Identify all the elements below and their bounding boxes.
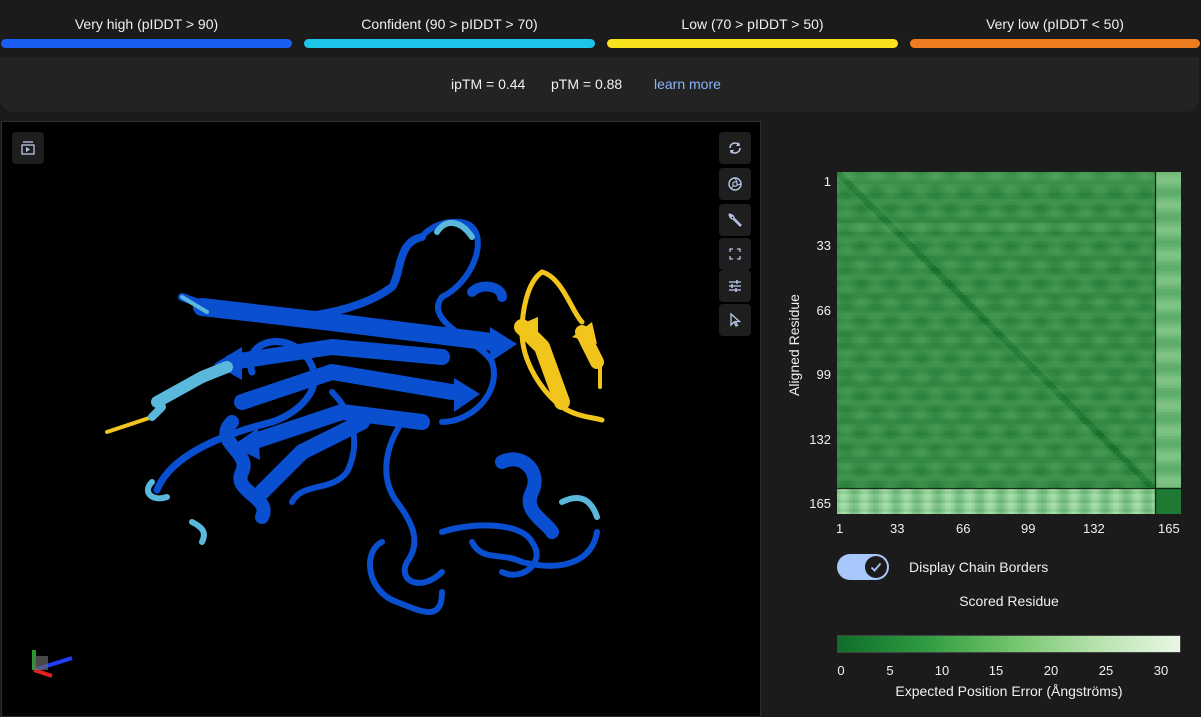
y-tick: 33 bbox=[816, 238, 831, 253]
fullscreen-button[interactable] bbox=[719, 238, 751, 270]
legend-label: Very high (pIDDT > 90) bbox=[74, 16, 219, 32]
structure-viewer[interactable] bbox=[1, 121, 761, 717]
pae-heatmap[interactable] bbox=[837, 172, 1181, 514]
rotate-icon bbox=[729, 142, 741, 154]
colorbar-tick: 30 bbox=[1153, 663, 1169, 678]
colorbar-title: Expected Position Error (Ångströms) bbox=[895, 683, 1123, 699]
x-tick: 66 bbox=[956, 521, 971, 536]
x-tick: 1 bbox=[836, 521, 844, 536]
select-mode-button[interactable] bbox=[719, 304, 751, 336]
y-axis-label: Aligned Residue bbox=[786, 294, 802, 396]
x-tick: 99 bbox=[1021, 521, 1036, 536]
protein-structure[interactable] bbox=[2, 122, 761, 717]
colorbar-tick: 20 bbox=[1043, 663, 1059, 678]
checkmark-icon bbox=[870, 562, 882, 572]
colorbar-tick: 10 bbox=[934, 663, 950, 678]
chain-borders-label: Display Chain Borders bbox=[909, 559, 1049, 575]
legend-confident: Confident (90 > pIDDT > 70) bbox=[304, 0, 595, 52]
axes-gizmo-icon bbox=[32, 650, 73, 678]
legend-label: Very low (pIDDT < 50) bbox=[986, 16, 1124, 32]
metrics-strip: ipTM = 0.44 pTM = 0.88 learn more bbox=[0, 57, 1199, 112]
play-layers-icon bbox=[21, 141, 35, 155]
iptm-value: ipTM = 0.44 bbox=[451, 76, 526, 92]
plddt-legend: Very high (pIDDT > 90) Confident (90 > p… bbox=[0, 0, 1201, 52]
legend-color-bar bbox=[1, 39, 292, 48]
x-tick: 165 bbox=[1158, 521, 1180, 536]
toggle-knob bbox=[865, 556, 887, 578]
x-tick: 33 bbox=[890, 521, 905, 536]
legend-label: Confident (90 > pIDDT > 70) bbox=[361, 16, 538, 32]
colorbar-tick: 15 bbox=[988, 663, 1004, 678]
play-sequence-button[interactable] bbox=[12, 132, 44, 164]
sliders-icon bbox=[729, 280, 741, 292]
legend-label: Low (70 > pIDDT > 50) bbox=[681, 16, 824, 32]
y-tick: 165 bbox=[809, 496, 831, 511]
app-root: Very high (pIDDT > 90) Confident (90 > p… bbox=[0, 0, 1201, 717]
pae-colorbar bbox=[837, 635, 1181, 653]
x-tick: 132 bbox=[1083, 521, 1105, 536]
cursor-icon bbox=[730, 312, 742, 327]
legend-low: Low (70 > pIDDT > 50) bbox=[607, 0, 898, 52]
camera-button[interactable] bbox=[719, 168, 751, 200]
pae-panel: Aligned Residue 1 33 66 99 132 165 1 33 … bbox=[770, 121, 1201, 717]
chain-borders-toggle[interactable] bbox=[837, 554, 889, 580]
expand-icon bbox=[729, 248, 741, 260]
legend-color-bar bbox=[304, 39, 595, 48]
colorbar-tick: 5 bbox=[886, 663, 894, 678]
tools-button[interactable] bbox=[719, 204, 751, 236]
aperture-icon bbox=[728, 177, 742, 191]
legend-very-high: Very high (pIDDT > 90) bbox=[1, 0, 292, 52]
wrench-icon bbox=[727, 212, 742, 227]
legend-very-low: Very low (pIDDT < 50) bbox=[910, 0, 1200, 52]
ptm-value: pTM = 0.88 bbox=[551, 76, 623, 92]
x-axis-label: Scored Residue bbox=[959, 593, 1059, 609]
legend-color-bar bbox=[607, 39, 898, 48]
y-tick: 132 bbox=[809, 432, 831, 447]
y-tick: 1 bbox=[823, 174, 831, 189]
legend-color-bar bbox=[910, 39, 1200, 48]
settings-button[interactable] bbox=[719, 270, 751, 302]
learn-more-link[interactable]: learn more bbox=[654, 76, 721, 92]
y-tick: 99 bbox=[816, 367, 831, 382]
y-tick: 66 bbox=[816, 303, 831, 318]
colorbar-tick: 0 bbox=[837, 663, 845, 678]
colorbar-tick: 25 bbox=[1098, 663, 1114, 678]
reset-rotation-button[interactable] bbox=[719, 132, 751, 164]
